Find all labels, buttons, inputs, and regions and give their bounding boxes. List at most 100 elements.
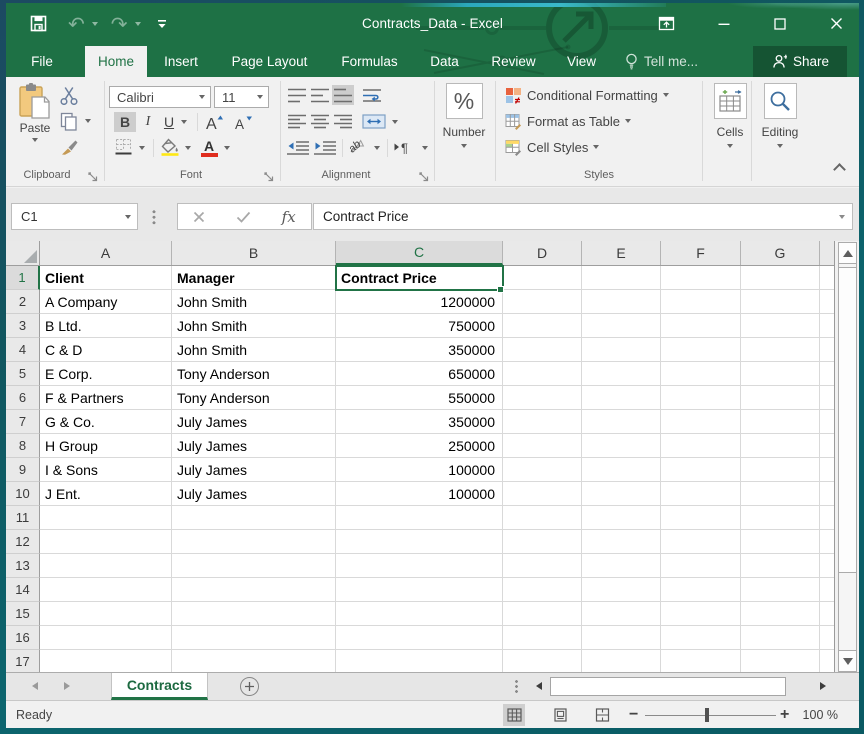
orientation-dropdown-icon[interactable]: [371, 139, 383, 157]
maximize-icon[interactable]: [774, 18, 786, 30]
italic-button[interactable]: I: [139, 112, 157, 132]
cell-A13[interactable]: [40, 554, 172, 578]
row-header-11[interactable]: 11: [6, 506, 40, 530]
tab-bar-splitter[interactable]: [515, 679, 518, 694]
cell-A12[interactable]: [40, 530, 172, 554]
cell-D5[interactable]: [503, 362, 582, 386]
enter-icon[interactable]: [236, 211, 251, 223]
cell-B4[interactable]: John Smith: [172, 338, 336, 362]
bold-button[interactable]: B: [114, 112, 136, 132]
cell-G5[interactable]: [741, 362, 820, 386]
zoom-slider-track[interactable]: [645, 715, 776, 717]
normal-view-icon[interactable]: [507, 708, 522, 722]
cell-B12[interactable]: [172, 530, 336, 554]
merge-center-dropdown-icon[interactable]: [389, 113, 401, 131]
cell-B3[interactable]: John Smith: [172, 314, 336, 338]
cell-D10[interactable]: [503, 482, 582, 506]
cell-D17[interactable]: [503, 650, 582, 672]
cell-partial[interactable]: [820, 386, 834, 410]
cell-C7[interactable]: 350000: [336, 410, 503, 434]
cell-F4[interactable]: [661, 338, 741, 362]
sheet-nav-prev-button[interactable]: [32, 682, 38, 690]
cell-B14[interactable]: [172, 578, 336, 602]
cell-A3[interactable]: B Ltd.: [40, 314, 172, 338]
column-header-b[interactable]: B: [172, 241, 336, 265]
page-break-view-button[interactable]: [591, 704, 613, 726]
row-header-16[interactable]: 16: [6, 626, 40, 650]
align-bottom-icon[interactable]: [333, 88, 353, 103]
copy-icon[interactable]: [60, 112, 78, 131]
cut-button[interactable]: [58, 86, 80, 104]
font-size-dropdown-icon[interactable]: [252, 95, 268, 99]
cell-A2[interactable]: A Company: [40, 290, 172, 314]
cell-G2[interactable]: [741, 290, 820, 314]
cell-A9[interactable]: I & Sons: [40, 458, 172, 482]
cell-C15[interactable]: [336, 602, 503, 626]
zoom-in-button[interactable]: +: [780, 701, 789, 729]
orientation-button[interactable]: ab: [347, 137, 371, 155]
shrink-font-icon[interactable]: A: [232, 113, 254, 131]
minimize-icon[interactable]: [718, 18, 730, 30]
ribbon-tab-file[interactable]: File: [16, 46, 68, 77]
share-button[interactable]: Share: [753, 46, 847, 77]
align-left-button[interactable]: [286, 112, 308, 130]
cell-E7[interactable]: [582, 410, 661, 434]
page-layout-view-button[interactable]: [549, 704, 571, 726]
fill-color-dropdown-icon[interactable]: [182, 139, 194, 157]
cell-C11[interactable]: [336, 506, 503, 530]
number-dropdown-icon[interactable]: [461, 144, 467, 148]
cell-F3[interactable]: [661, 314, 741, 338]
cell-B11[interactable]: [172, 506, 336, 530]
cell-E8[interactable]: [582, 434, 661, 458]
cell-D7[interactable]: [503, 410, 582, 434]
align-center-icon[interactable]: [310, 114, 330, 129]
cell-A11[interactable]: [40, 506, 172, 530]
formula-bar-splitter[interactable]: [152, 209, 156, 225]
cell-F5[interactable]: [661, 362, 741, 386]
column-header-a[interactable]: A: [40, 241, 172, 265]
cell-B16[interactable]: [172, 626, 336, 650]
underline-button[interactable]: U: [159, 112, 179, 132]
name-box[interactable]: C1: [11, 203, 138, 230]
cell-B2[interactable]: John Smith: [172, 290, 336, 314]
cell-partial[interactable]: [820, 314, 834, 338]
column-header-c[interactable]: C: [336, 241, 503, 265]
select-all-button[interactable]: [6, 241, 40, 265]
merge-center-icon[interactable]: [362, 114, 386, 129]
cell-partial[interactable]: [820, 626, 834, 650]
align-middle-icon[interactable]: [310, 88, 330, 103]
font-color-button[interactable]: A: [198, 138, 220, 158]
tell-me-box[interactable]: Tell me...: [625, 46, 698, 77]
cell-G4[interactable]: [741, 338, 820, 362]
cell-partial[interactable]: [820, 338, 834, 362]
cell-E11[interactable]: [582, 506, 661, 530]
wrap-text-button[interactable]: [361, 86, 385, 104]
cell-A6[interactable]: F & Partners: [40, 386, 172, 410]
cell-D15[interactable]: [503, 602, 582, 626]
cell-D1[interactable]: [503, 266, 582, 290]
ribbon-tab-review[interactable]: Review: [477, 46, 550, 77]
cell-F6[interactable]: [661, 386, 741, 410]
column-header-f[interactable]: F: [661, 241, 741, 265]
cell-partial[interactable]: [820, 602, 834, 626]
copy-dropdown-icon[interactable]: [82, 112, 94, 130]
borders-button[interactable]: [113, 138, 135, 156]
vertical-scrollbar-thumb[interactable]: [839, 267, 856, 573]
cell-B7[interactable]: July James: [172, 410, 336, 434]
enter-button[interactable]: [236, 211, 251, 223]
formula-bar-input[interactable]: Contract Price: [313, 203, 853, 230]
zoom-level[interactable]: 100 %: [803, 701, 838, 729]
cell-B10[interactable]: July James: [172, 482, 336, 506]
text-direction-dropdown-icon[interactable]: [419, 139, 431, 157]
column-header-partial[interactable]: [820, 241, 834, 265]
insert-function-button[interactable]: fx: [282, 208, 296, 226]
font-color-dropdown-icon[interactable]: [221, 139, 233, 157]
conditional-formatting-button[interactable]: Conditional Formatting: [505, 86, 669, 104]
page-break-view-icon[interactable]: [595, 708, 610, 722]
cell-C2[interactable]: 1200000: [336, 290, 503, 314]
borders-dropdown-icon[interactable]: [136, 139, 148, 157]
cell-E13[interactable]: [582, 554, 661, 578]
font-name-combo[interactable]: Calibri: [109, 86, 211, 108]
cell-G7[interactable]: [741, 410, 820, 434]
column-header-e[interactable]: E: [582, 241, 661, 265]
